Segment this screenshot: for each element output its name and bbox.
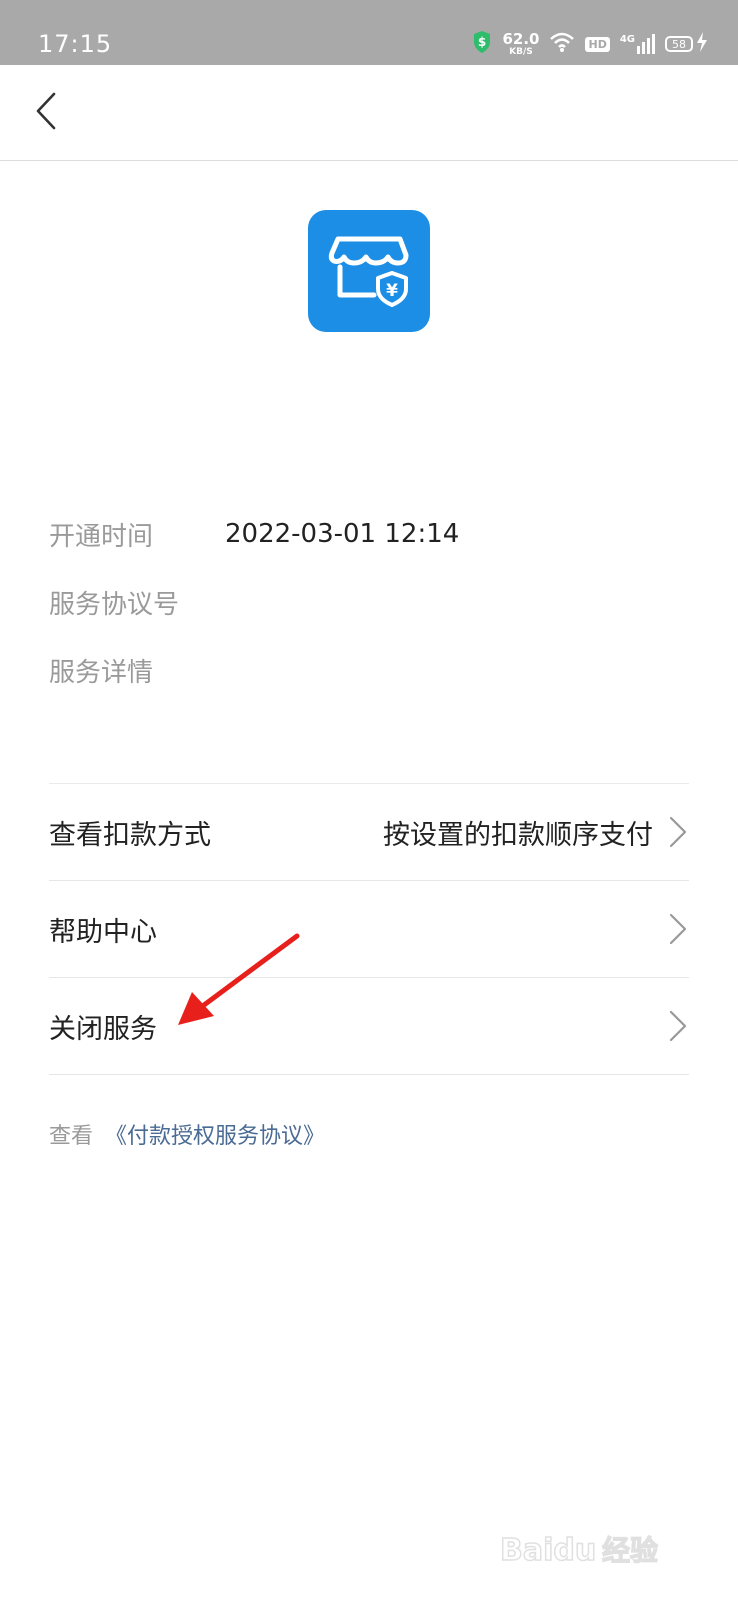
info-label: 服务协议号 — [49, 589, 180, 620]
store-shield-yuan-icon: ¥ — [324, 229, 414, 313]
agreement: 查看 《付款授权服务协议》 — [49, 1118, 325, 1150]
hd-badge: HD — [585, 36, 610, 52]
agreement-prefix: 查看 — [49, 1124, 94, 1149]
wifi-icon — [549, 31, 575, 57]
action-list: 查看扣款方式 按设置的扣款顺序支付 帮助中心 关闭服务 — [49, 783, 689, 1075]
svg-text:Baidu: Baidu — [500, 1533, 596, 1568]
chevron-right-icon — [667, 911, 689, 947]
info-row-service-details: 服务详情 — [49, 636, 689, 704]
nav-bar — [0, 65, 738, 161]
list-item-payment-method[interactable]: 查看扣款方式 按设置的扣款顺序支付 — [49, 784, 689, 881]
status-bar: 17:15 $ 62.0 KB/S HD 4G 58 — [0, 0, 738, 65]
chevron-left-icon — [34, 91, 58, 135]
list-item-label: 关闭服务 — [49, 1013, 157, 1045]
status-icons: $ 62.0 KB/S HD 4G 58 — [472, 28, 708, 60]
net-speed-unit: KB/S — [509, 46, 533, 57]
chevron-right-icon — [667, 814, 689, 850]
svg-text:$: $ — [478, 35, 486, 49]
info-value: 2022-03-01 12:14 — [225, 519, 460, 549]
info-row-agreement-no: 服务协议号 — [49, 568, 689, 636]
list-item-label: 帮助中心 — [49, 916, 157, 948]
signal-icon: 4G — [620, 34, 655, 54]
list-item-right — [653, 1008, 689, 1044]
agreement-link[interactable]: 《付款授权服务协议》 — [105, 1118, 325, 1150]
app-icon: ¥ — [308, 210, 430, 332]
network-label: 4G — [619, 34, 635, 45]
red-arrow-icon — [178, 933, 300, 1025]
baidu-jingyan-watermark: Baidu 经验 — [500, 1532, 659, 1569]
net-speed-value: 62.0 — [502, 29, 540, 48]
info-row-open-time: 开通时间 2022-03-01 12:14 — [49, 500, 689, 568]
battery-level: 58 — [665, 36, 693, 52]
service-info: 开通时间 2022-03-01 12:14 服务协议号 服务详情 — [49, 500, 689, 704]
net-speed: 62.0 KB/S — [502, 29, 540, 57]
chevron-right-icon — [667, 1008, 689, 1044]
list-item-help-center[interactable]: 帮助中心 — [49, 881, 689, 978]
battery: 58 — [665, 32, 708, 56]
shield-dollar-icon: $ — [472, 30, 492, 58]
back-button[interactable] — [24, 89, 68, 137]
info-label: 服务详情 — [49, 657, 154, 688]
list-item-right: 按设置的扣款顺序支付 — [383, 813, 689, 852]
status-time: 17:15 — [38, 30, 113, 58]
charging-icon — [696, 32, 708, 56]
list-item-right — [653, 911, 689, 947]
list-item-value: 按设置的扣款顺序支付 — [383, 819, 653, 851]
svg-text:经验: 经验 — [602, 1534, 658, 1567]
svg-text:¥: ¥ — [386, 281, 398, 301]
list-item-label: 查看扣款方式 — [49, 819, 211, 851]
list-item-close-service[interactable]: 关闭服务 — [49, 978, 689, 1075]
info-label: 开通时间 — [49, 521, 154, 552]
